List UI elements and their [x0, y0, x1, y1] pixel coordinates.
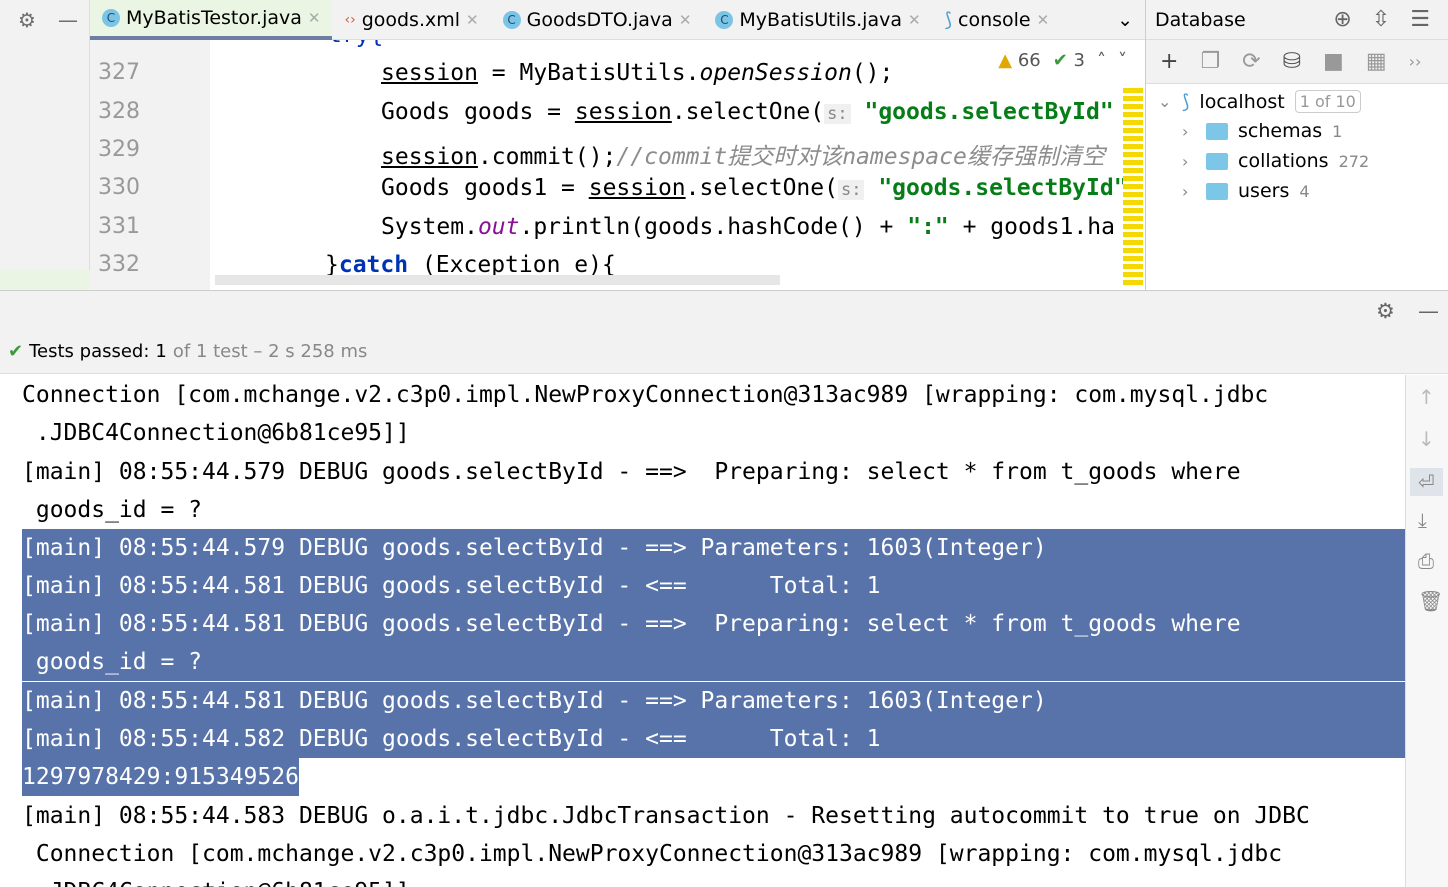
tree-item-collations[interactable]: › collations 272 [1182, 150, 1369, 172]
db-tools-icon[interactable]: ⛁ [1283, 49, 1301, 74]
close-icon[interactable]: ✕ [466, 11, 479, 29]
copy-icon[interactable]: ❐ [1200, 49, 1220, 74]
trash-icon[interactable]: 🗑 [1418, 589, 1443, 613]
console-toolbar: ↑ ↓ ⏎ ⤓ ⎙ 🗑 [1405, 375, 1448, 887]
console-output[interactable]: Connection [com.mchange.v2.c3p0.impl.New… [0, 375, 1405, 887]
inspections-widget[interactable]: ▲ 66 ✔ 3 ˄ ˅ [998, 50, 1127, 71]
scroll-to-end-icon[interactable]: ⤓ [1418, 508, 1427, 532]
refresh-icon[interactable]: ⟳ [1242, 49, 1260, 74]
editor-tabs: C MyBatisTestor.java ✕ ‹› goods.xml ✕ C Goods… [90, 0, 1145, 40]
xml-file-icon: ‹› [344, 11, 356, 28]
class-icon: C [715, 10, 734, 29]
folder-icon [1206, 122, 1228, 140]
mysql-icon: ⟆ [944, 8, 952, 31]
code-line: System.out.println(goods.hashCode() + ":… [381, 214, 1115, 240]
chevron-down-icon: ⌄ [1158, 92, 1172, 111]
tab-console[interactable]: ⟆ console ✕ [933, 0, 1062, 40]
code-line: try{ [328, 40, 383, 48]
minimize-icon[interactable]: — [1418, 299, 1439, 323]
panel-title: Database [1155, 8, 1246, 31]
arrow-down-icon[interactable]: ↓ [1418, 427, 1435, 451]
arrow-up-icon[interactable]: ↑ [1418, 385, 1435, 409]
chevron-down-icon[interactable]: ˅ [1118, 50, 1127, 71]
test-status: ✔ Tests passed: 1 of 1 test – 2 s 258 ms [0, 330, 1448, 374]
mysql-icon: ⟆ [1182, 90, 1190, 113]
check-icon: ✔ [8, 341, 24, 362]
folder-icon [1206, 182, 1228, 200]
database-panel: Database ⊕ ⇳ ☰ + ❐ ⟳ ⛁ ■ ▦ ›› ⌄ ⟆ localhost 1 of 10… [1145, 0, 1448, 290]
check-icon: ✔ [1052, 50, 1068, 71]
class-icon: C [502, 10, 521, 29]
target-icon[interactable]: ⊕ [1333, 7, 1351, 32]
close-icon[interactable]: ✕ [1037, 11, 1050, 29]
chevron-right-icon: › [1182, 151, 1189, 171]
class-icon: C [102, 8, 120, 27]
print-icon[interactable]: ⎙ [1418, 549, 1434, 573]
close-icon[interactable]: ✕ [679, 11, 692, 29]
tab-goods-xml[interactable]: ‹› goods.xml ✕ [332, 0, 490, 40]
more-icon[interactable]: ›› [1409, 52, 1422, 71]
stop-icon[interactable]: ■ [1323, 49, 1344, 74]
tabs-dropdown[interactable]: ⌄ [1105, 0, 1145, 40]
tab-mybatisutils[interactable]: C MyBatisUtils.java ✕ [703, 0, 932, 40]
horizontal-scrollbar[interactable] [215, 275, 780, 285]
chevron-right-icon: › [1182, 181, 1189, 201]
chevron-up-icon[interactable]: ˄ [1097, 50, 1106, 71]
tree-item-localhost[interactable]: ⌄ ⟆ localhost 1 of 10 [1158, 90, 1361, 113]
table-icon[interactable]: ▦ [1366, 49, 1387, 74]
code-line: session.commit();//commit提交时对该namespace缓… [381, 144, 1105, 170]
code-line: Goods goods = session.selectOne(s: "good… [381, 99, 1114, 125]
tool-strip: ⚙ — [0, 0, 90, 290]
tree-item-schemas[interactable]: › schemas 1 [1182, 120, 1342, 142]
chevron-down-icon: ⌄ [1117, 8, 1133, 31]
expand-all-icon[interactable]: ⇳ [1372, 7, 1390, 32]
code-editor[interactable]: 327 328 329 330 331 332 try{ session = M… [90, 40, 1145, 290]
close-icon[interactable]: ✕ [908, 11, 921, 29]
gutter: 327 328 329 330 331 332 [90, 40, 210, 290]
chevron-right-icon: › [1182, 121, 1189, 141]
tab-mybatistestor[interactable]: C MyBatisTestor.java ✕ [90, 0, 333, 40]
tab-goodsdto[interactable]: C GoodsDTO.java ✕ [491, 0, 704, 40]
collapse-all-icon[interactable]: ☰ [1410, 7, 1430, 32]
warning-icon: ▲ [998, 50, 1013, 71]
soft-wrap-icon[interactable]: ⏎ [1410, 468, 1443, 496]
folder-icon [1206, 152, 1228, 170]
tree-item-users[interactable]: › users 4 [1182, 180, 1310, 202]
add-icon[interactable]: + [1160, 49, 1178, 74]
gear-icon[interactable]: ⚙ [18, 8, 36, 32]
code-line: Goods goods1 = session.selectOne(s: "goo… [381, 175, 1128, 201]
error-stripe[interactable] [1123, 88, 1143, 288]
close-icon[interactable]: ✕ [308, 9, 321, 27]
run-panel-toolbar: ⚙ — [0, 290, 1448, 330]
code-line: session = MyBatisUtils.openSession(); [381, 60, 894, 86]
minimize-icon[interactable]: — [58, 8, 78, 32]
gear-icon[interactable]: ⚙ [1376, 299, 1395, 323]
